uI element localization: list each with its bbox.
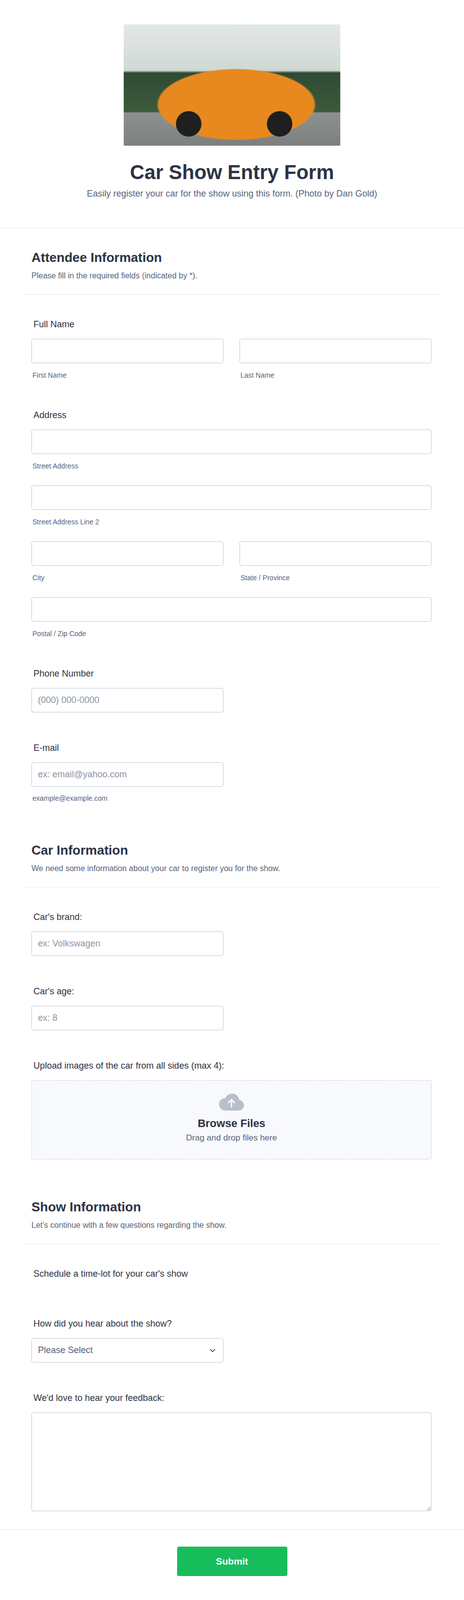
form-field: Phone Number — [0, 656, 464, 731]
input-row: Street Address — [31, 429, 432, 471]
chevron-down-icon — [208, 1346, 218, 1356]
field-label: E-mail — [31, 741, 432, 754]
form-section: Show Information Let's continue with a fe… — [0, 1177, 464, 1530]
form-page: Car Show Entry Form Easily register your … — [0, 0, 464, 1600]
submit-button[interactable]: Submit — [177, 1546, 288, 1577]
text-input[interactable] — [31, 597, 432, 622]
section-title: Attendee Information — [31, 249, 433, 266]
input-row: Postal / Zip Code — [31, 597, 432, 639]
form-field: We'd love to hear your feedback: — [0, 1380, 464, 1530]
form-field: Full Name First Name Last Name — [0, 306, 464, 398]
section-description: Please fill in the required fields (indi… — [31, 270, 433, 282]
field-label: We'd love to hear your feedback: — [31, 1392, 432, 1404]
sub-label: Street Address Line 2 — [31, 517, 432, 527]
text-input[interactable] — [31, 541, 224, 566]
form-field: Car's age: — [0, 973, 464, 1049]
text-input[interactable] — [31, 485, 432, 510]
section-title: Show Information — [31, 1198, 433, 1215]
select-dropdown[interactable]: Please Select — [31, 1338, 224, 1363]
field-label: Full Name — [31, 318, 432, 331]
sub-label: City — [31, 573, 224, 583]
section-header: Car Information We need some information … — [23, 820, 441, 888]
input-row: Street Address Line 2 — [31, 485, 432, 527]
field-list: Schedule a time-lot for your car's show H… — [0, 1244, 464, 1530]
cloud-upload-icon — [219, 1093, 244, 1111]
form-section: Attendee Information Please fill in the r… — [0, 228, 464, 821]
form-field: Address Street Address Street Address Line… — [0, 397, 464, 657]
text-input[interactable] — [31, 338, 224, 364]
field-list: Car's brand: Car's age: Upload images of t… — [0, 887, 464, 1178]
car-photo — [123, 24, 341, 146]
input-row: City State / Province — [31, 541, 432, 583]
sub-label: State / Province — [239, 573, 432, 583]
form-field: Schedule a time-lot for your car's show — [0, 1256, 464, 1307]
form-field: Upload images of the car from all sides … — [0, 1048, 464, 1178]
sub-label: Last Name — [239, 370, 432, 380]
form-field: Car's brand: — [0, 899, 464, 974]
submit-bar: Submit — [0, 1529, 464, 1600]
upload-hint: Drag and drop files here — [186, 1132, 277, 1144]
field-list: Full Name First Name Last Name Address Stree… — [0, 294, 464, 821]
field-label: Car's brand: — [31, 911, 432, 924]
form-subtitle: Easily register your car for the show us… — [86, 187, 378, 200]
section-header: Attendee Information Please fill in the r… — [23, 228, 441, 295]
field-label: Upload images of the car from all sides … — [31, 1059, 432, 1072]
text-input[interactable] — [239, 541, 432, 566]
section-header: Show Information Let's continue with a fe… — [23, 1177, 441, 1245]
form-field: E-mail example@example.com — [0, 730, 464, 821]
text-input[interactable] — [239, 338, 432, 364]
form-field: How did you hear about the show? Please S… — [0, 1306, 464, 1381]
input-row: First Name Last Name — [31, 338, 432, 380]
upload-dropzone[interactable]: Browse FilesDrag and drop files here — [31, 1080, 432, 1160]
form-title: Car Show Entry Form — [130, 160, 335, 185]
section-description: We need some information about your car … — [31, 863, 433, 875]
section-title: Car Information — [31, 842, 433, 859]
field-label: How did you hear about the show? — [31, 1317, 432, 1330]
text-input[interactable] — [31, 1005, 224, 1031]
sub-label: Street Address — [31, 461, 432, 471]
form-section: Car Information We need some information … — [0, 820, 464, 1178]
field-label: Car's age: — [31, 985, 432, 998]
sub-label: First Name — [31, 370, 224, 380]
field-hint: example@example.com — [31, 793, 432, 803]
field-label: Schedule a time-lot for your car's show — [31, 1267, 432, 1280]
text-input[interactable] — [31, 931, 224, 956]
field-label: Phone Number — [31, 667, 432, 680]
feedback-textarea[interactable] — [31, 1412, 432, 1512]
form-header: Car Show Entry Form Easily register your … — [0, 0, 464, 229]
browse-files-button[interactable]: Browse Files — [197, 1116, 266, 1131]
sub-label: Postal / Zip Code — [31, 629, 432, 639]
section-description: Let's continue with a few questions rega… — [31, 1219, 433, 1231]
field-label: Address — [31, 409, 432, 422]
text-input[interactable] — [31, 762, 224, 787]
text-input[interactable] — [31, 429, 432, 455]
text-input[interactable] — [31, 688, 224, 713]
